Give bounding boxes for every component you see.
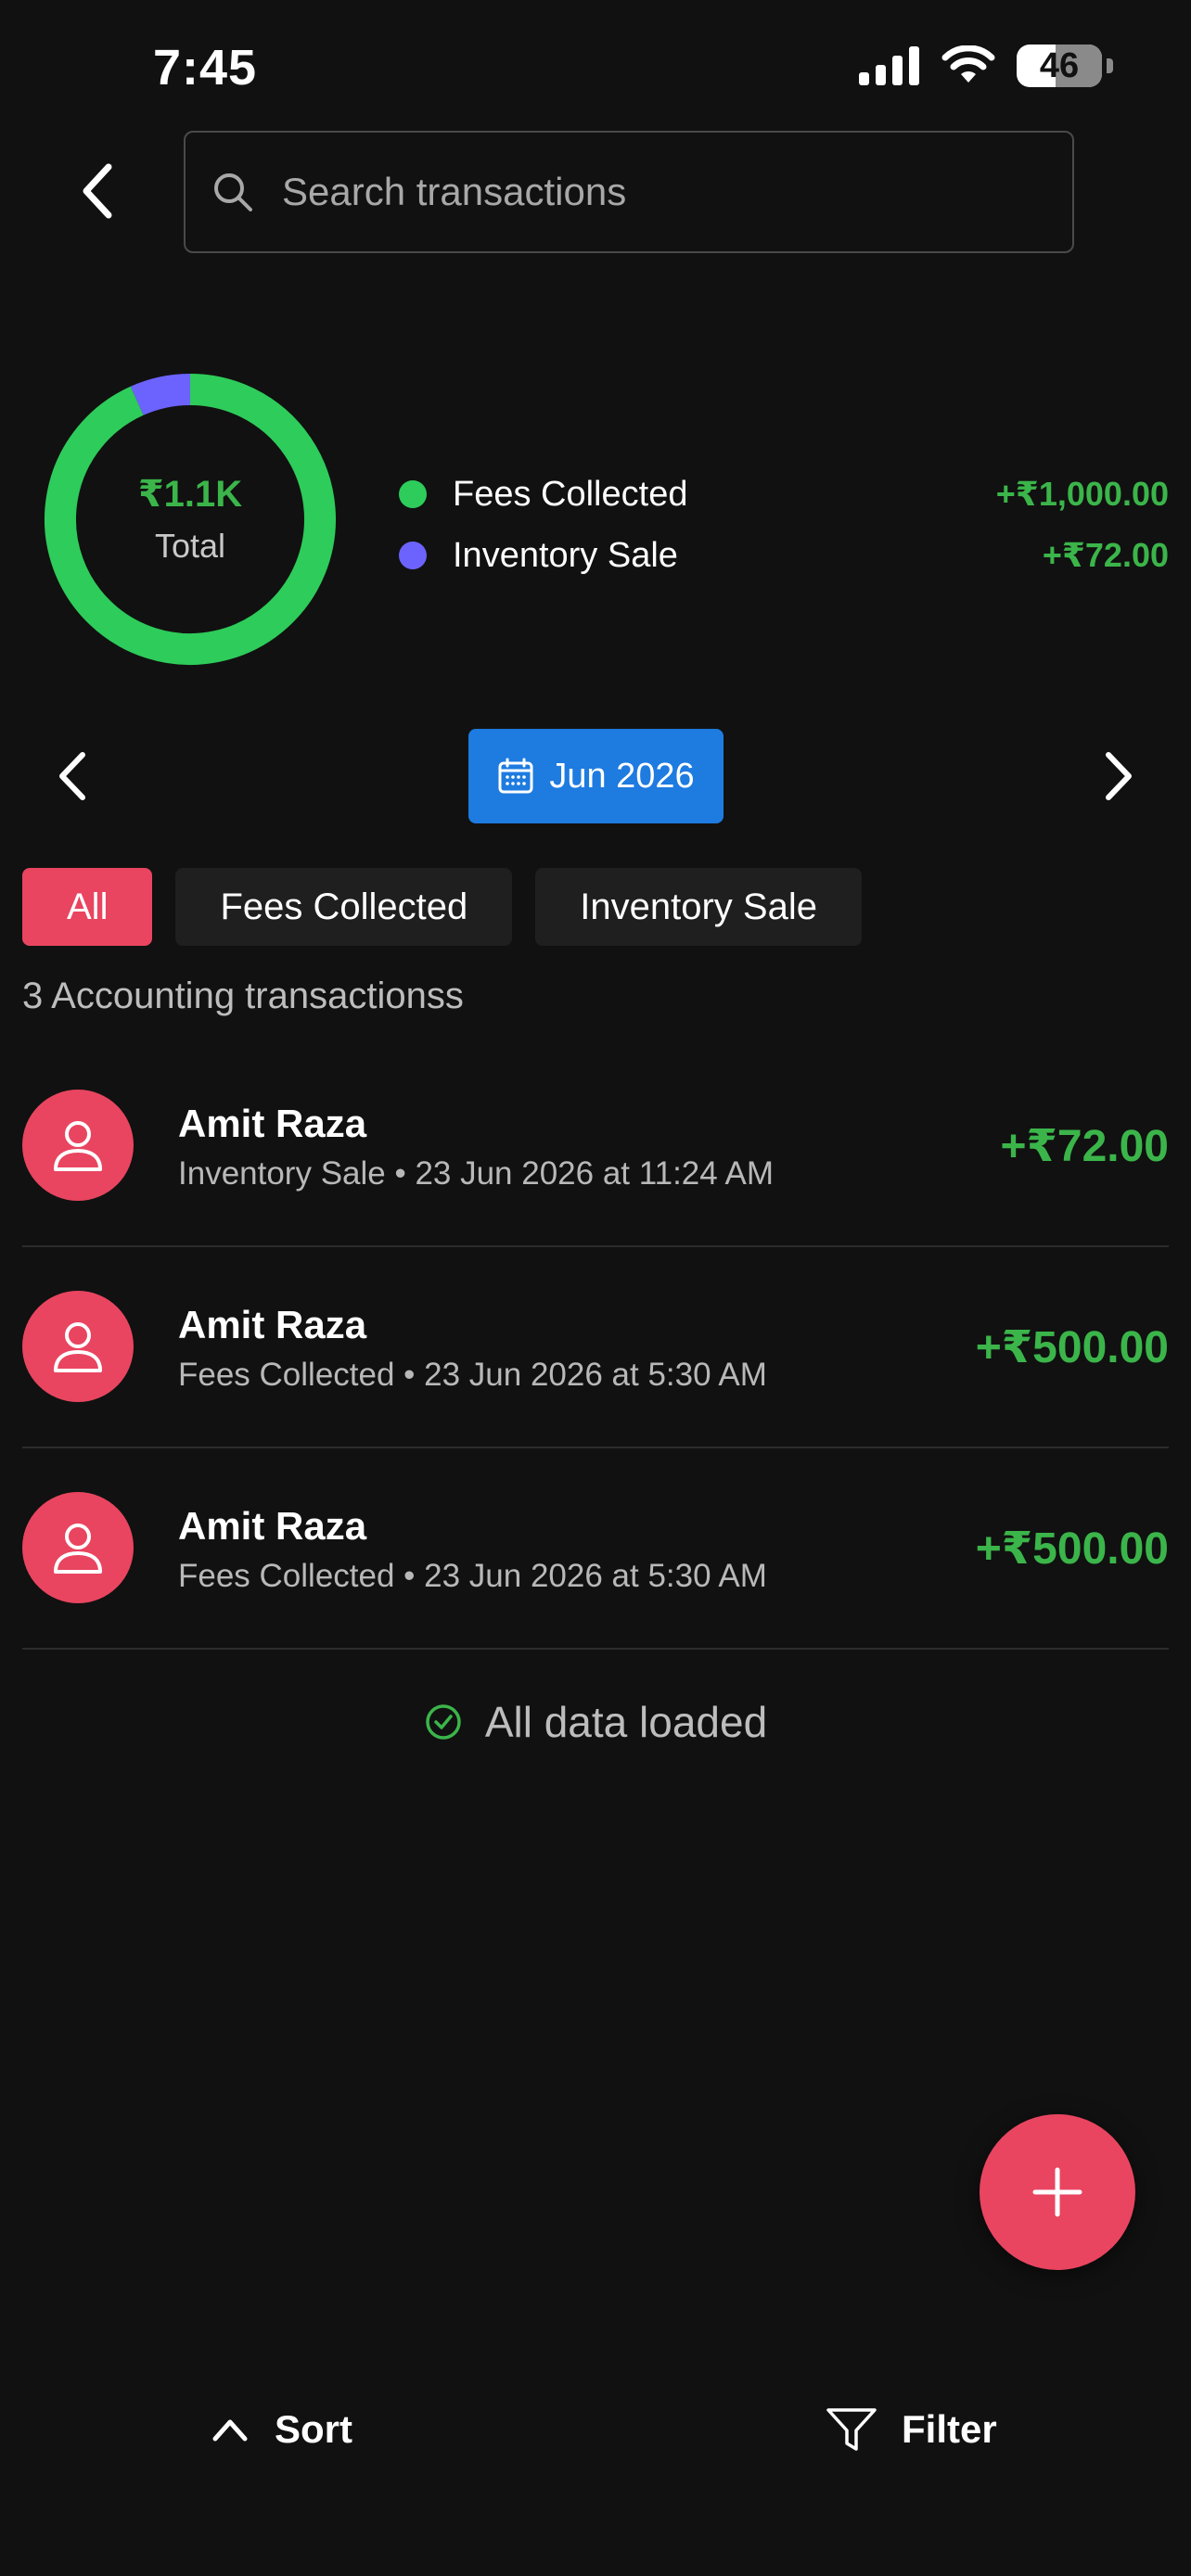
sort-button[interactable]: Sort [211,2385,352,2474]
chip-inventory-sale[interactable]: Inventory Sale [535,868,862,946]
signal-icon [859,46,919,85]
legend-item-inventory-sale: Inventory Sale +₹72.00 [399,525,1169,586]
transaction-name: Amit Raza [178,1303,367,1346]
donut-center: ₹1.1K Total [42,371,339,668]
donut-total-label: Total [154,527,226,565]
calendar-icon [498,758,533,794]
chevron-right-icon [1106,752,1132,800]
avatar [22,1090,134,1201]
plus-icon [1032,2167,1082,2217]
legend-item-fees-collected: Fees Collected +₹1,000.00 [399,464,1169,525]
battery-icon: 46 [1017,45,1113,87]
chevron-left-icon [59,752,85,800]
summary-legend: Fees Collected +₹1,000.00 Inventory Sale… [399,464,1169,586]
transaction-row[interactable]: Amit Raza Fees Collected • 23 Jun 2026 a… [22,1247,1169,1448]
search-input[interactable] [282,170,1024,214]
legend-name: Inventory Sale [453,535,678,575]
all-data-loaded-indicator: All data loaded [0,1697,1191,1747]
user-icon [54,1524,102,1574]
chip-all[interactable]: All [22,868,153,946]
legend-amount: +₹72.00 [1042,536,1169,574]
legend-dot-fees [399,480,427,508]
donut-total-value: ₹1.1K [137,474,243,515]
month-label: Jun 2026 [549,756,695,796]
wifi-icon [941,45,995,83]
category-filter-chips: All Fees Collected Inventory Sale [22,868,862,946]
filter-label: Filter [902,2407,997,2451]
status-icons: 46 [859,45,1113,87]
loaded-text: All data loaded [484,1698,768,1746]
summary-donut-chart: ₹1.1K Total [42,371,339,668]
transaction-count: 3 Accounting transactionss [22,976,464,1016]
previous-month-button[interactable] [45,742,100,810]
avatar [22,1492,134,1603]
sort-label: Sort [275,2407,352,2451]
legend-dot-inventory [399,542,427,569]
chevron-up-icon [212,2419,248,2442]
legend-amount: +₹1,000.00 [995,475,1169,513]
search-box[interactable] [184,131,1074,253]
transaction-list: Amit Raza Inventory Sale • 23 Jun 2026 a… [22,1046,1169,1650]
status-time: 7:45 [153,40,258,96]
month-picker-button[interactable]: Jun 2026 [468,729,724,823]
battery-level: 46 [1039,45,1080,85]
transaction-row[interactable]: Amit Raza Inventory Sale • 23 Jun 2026 a… [22,1046,1169,1247]
transaction-name: Amit Raza [178,1504,367,1548]
transaction-amount: +₹500.00 [975,1323,1169,1372]
check-circle-icon [426,1704,461,1740]
transaction-meta: Fees Collected • 23 Jun 2026 at 5:30 AM [178,1357,767,1393]
avatar [22,1291,134,1402]
transaction-row[interactable]: Amit Raza Fees Collected • 23 Jun 2026 a… [22,1448,1169,1650]
transaction-meta: Inventory Sale • 23 Jun 2026 at 11:24 AM [178,1155,775,1192]
battery-cap [1107,58,1113,73]
transaction-amount: +₹500.00 [975,1524,1169,1574]
chevron-left-icon [83,163,112,219]
add-transaction-button[interactable] [980,2114,1135,2270]
transaction-meta: Fees Collected • 23 Jun 2026 at 5:30 AM [178,1558,767,1594]
transactions-screen: 7:45 46 Search transactions ₹1.1K Total … [0,0,1191,2576]
transaction-amount: +₹72.00 [1000,1122,1169,1171]
user-icon [54,1322,102,1372]
next-month-button[interactable] [1091,742,1146,810]
transaction-name: Amit Raza [178,1102,367,1145]
filter-icon [826,2408,877,2451]
search-icon [214,173,252,211]
chip-fees-collected[interactable]: Fees Collected [175,868,513,946]
filter-button[interactable]: Filter [826,2385,997,2474]
status-bar: 7:45 46 [0,0,1191,139]
user-icon [54,1121,102,1171]
legend-name: Fees Collected [453,474,688,514]
bottom-action-bar: Sort Filter [0,2374,1191,2485]
back-button[interactable] [65,154,130,228]
